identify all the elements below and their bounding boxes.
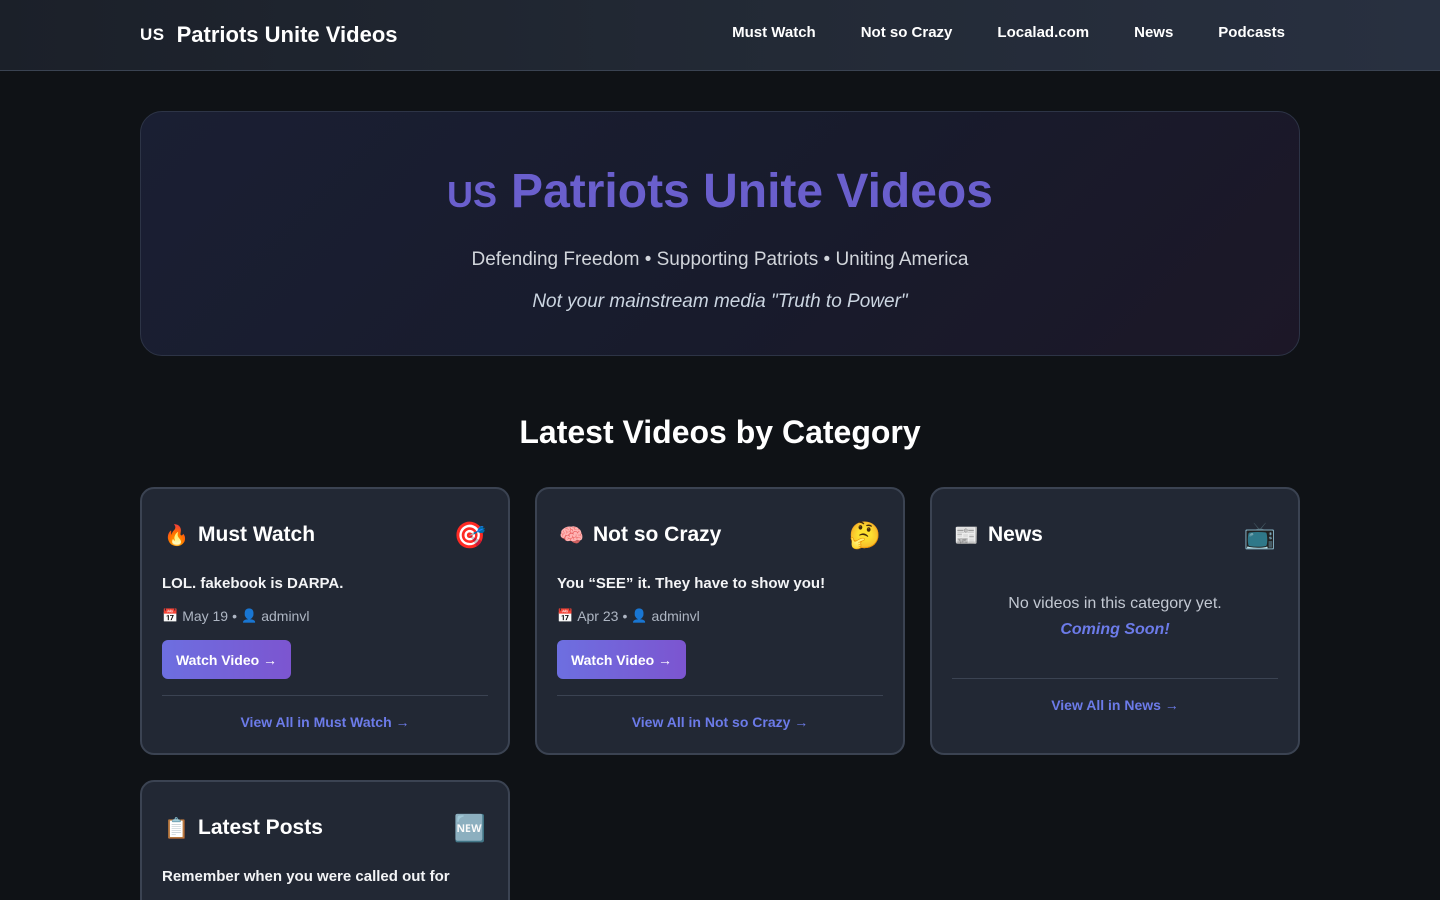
site-name: Patriots Unite Videos [176, 22, 398, 47]
user-icon: 👤 [631, 608, 648, 623]
newspaper-icon: 📰 [954, 524, 979, 547]
category-card-news: 📰 News 📺 No videos in this category yet.… [930, 487, 1300, 755]
post-title[interactable]: Remember when you were called out for [162, 866, 488, 889]
category-name: Not so Crazy [593, 523, 722, 546]
television-icon: 📺 [1243, 519, 1276, 550]
card-header: 📋 Latest Posts 🆕 [164, 812, 486, 844]
meta-separator: • [622, 608, 628, 624]
section-title: Latest Videos by Category [519, 414, 921, 450]
category-name: News [988, 523, 1043, 546]
clipboard-icon: 📋 [164, 817, 189, 840]
calendar-icon: 📅 [162, 608, 179, 623]
watch-video-button[interactable]: Watch Video → [557, 640, 686, 679]
watch-video-button[interactable]: Watch Video → [162, 640, 291, 679]
site-logo[interactable]: US Patriots Unite Videos [140, 20, 398, 50]
main-nav: Must Watch Not so Crazy Localad.com News… [732, 24, 1285, 41]
hero-title: US Patriots Unite Videos [141, 164, 1299, 219]
meta-separator: • [232, 608, 238, 624]
hero-tagline: Not your mainstream media "Truth to Powe… [532, 291, 908, 312]
video-author: adminvl [651, 608, 700, 624]
nav-news[interactable]: News [1134, 24, 1173, 41]
nav-localad[interactable]: Localad.com [997, 24, 1089, 41]
video-author: adminvl [261, 608, 310, 624]
site-header: US Patriots Unite Videos Must Watch Not … [0, 0, 1440, 71]
hero-title-text: Patriots Unite Videos [511, 165, 993, 218]
nav-must-watch[interactable]: Must Watch [732, 24, 816, 41]
video-date: May 19 [182, 608, 229, 624]
coming-soon-label: Coming Soon! [1060, 621, 1170, 638]
video-title[interactable]: You “SEE” it. They have to show you! [557, 573, 883, 596]
category-name: Must Watch [198, 523, 316, 546]
view-all-link[interactable]: View All in Not so Crazy → [537, 714, 903, 730]
card-divider [557, 695, 883, 696]
category-card-not-so-crazy: 🧠 Not so Crazy 🤔 You “SEE” it. They have… [535, 487, 905, 755]
us-flag-icon: US [140, 25, 165, 44]
card-header: 🧠 Not so Crazy 🤔 [559, 519, 881, 551]
video-meta: 📅 Apr 23 • 👤 adminvl [557, 608, 700, 624]
video-title[interactable]: LOL. fakebook is DARPA. [162, 573, 488, 596]
video-date: Apr 23 [577, 608, 619, 624]
empty-state-message: No videos in this category yet. [1008, 595, 1222, 612]
card-header: 🔥 Must Watch 🎯 [164, 519, 486, 551]
view-all-link[interactable]: View All in News → [932, 697, 1298, 713]
video-meta: 📅 May 19 • 👤 adminvl [162, 608, 309, 624]
card-header: 📰 News 📺 [954, 519, 1276, 551]
nav-podcasts[interactable]: Podcasts [1218, 24, 1285, 41]
thinking-face-icon: 🤔 [848, 519, 881, 550]
hero-subtitle: Defending Freedom • Supporting Patriots … [471, 249, 969, 270]
nav-not-so-crazy[interactable]: Not so Crazy [861, 24, 953, 41]
calendar-icon: 📅 [557, 608, 574, 623]
target-icon: 🎯 [453, 519, 486, 550]
user-icon: 👤 [241, 608, 258, 623]
category-name: Latest Posts [198, 816, 323, 839]
brain-icon: 🧠 [559, 524, 584, 547]
hero-banner: US Patriots Unite Videos Defending Freed… [140, 111, 1300, 356]
category-card-must-watch: 🔥 Must Watch 🎯 LOL. fakebook is DARPA. 📅… [140, 487, 510, 755]
view-all-link[interactable]: View All in Must Watch → [142, 714, 508, 730]
new-badge-icon: 🆕 [453, 812, 486, 843]
us-flag-icon: US [447, 174, 498, 215]
fire-icon: 🔥 [164, 524, 189, 547]
card-divider [952, 678, 1278, 679]
card-divider [162, 695, 488, 696]
latest-posts-card: 📋 Latest Posts 🆕 Remember when you were … [140, 780, 510, 900]
